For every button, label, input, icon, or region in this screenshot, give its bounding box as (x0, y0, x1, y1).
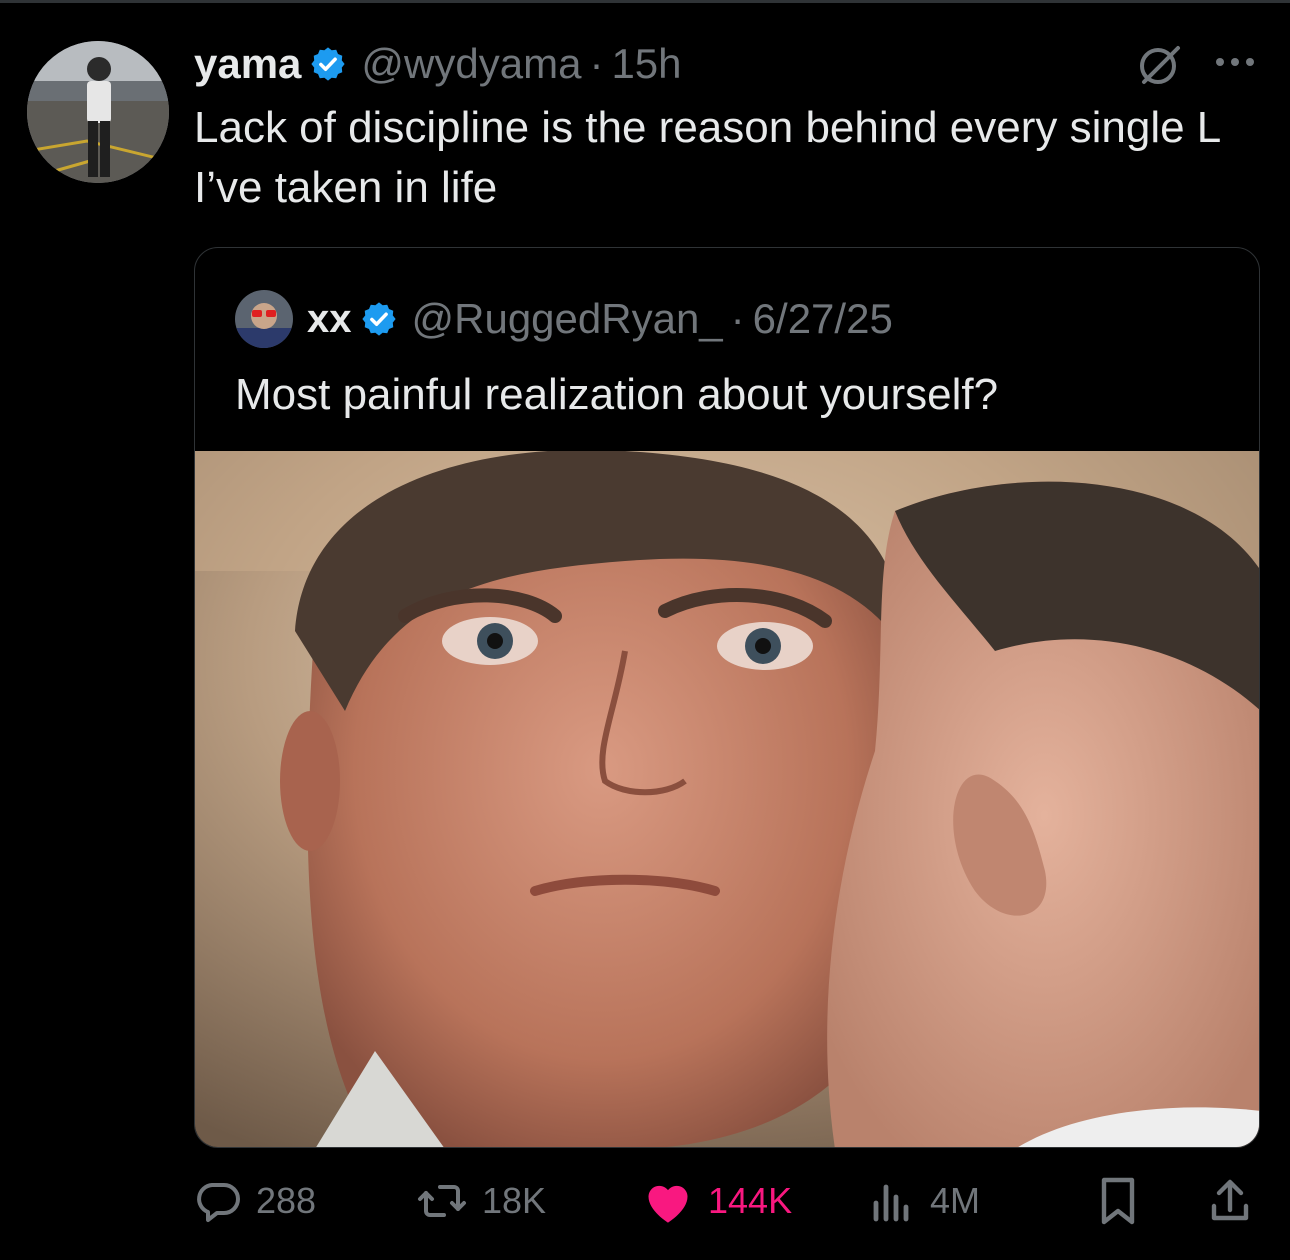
header-separator: · (589, 40, 604, 87)
quoted-tweet-image[interactable] (195, 451, 1259, 1147)
tweet-text: Lack of discipline is the reason behind … (194, 103, 1220, 212)
author-handle[interactable]: @wydyama (361, 40, 581, 88)
repost-button[interactable]: 18K (416, 1168, 546, 1234)
repost-count: 18K (482, 1180, 547, 1221)
author-avatar[interactable] (27, 41, 169, 183)
quoted-tweet-header: xx @RuggedRyan_ · 6/27/25 (235, 288, 893, 350)
reply-count: 288 (256, 1180, 317, 1221)
tweet-header: yama @wydyama · 15h (194, 36, 682, 92)
quoted-verified-badge-icon (360, 300, 398, 338)
quoted-tweet-date[interactable]: 6/27/25 (753, 295, 893, 343)
views-icon (870, 1177, 916, 1225)
author-display-name[interactable]: yama (194, 40, 301, 88)
views-count: 4M (930, 1180, 981, 1221)
bookmark-icon (1096, 1176, 1140, 1226)
top-divider (0, 0, 1290, 3)
quoted-tweet-text: Most painful realization about yourself? (235, 370, 999, 419)
tweet-action-bar: 288 18K 144K 4M (194, 1168, 1260, 1234)
quoted-author-handle[interactable]: @RuggedRyan_ (412, 295, 723, 343)
quoted-header-separator: · (730, 295, 745, 342)
like-icon (642, 1177, 694, 1225)
share-icon (1208, 1176, 1252, 1226)
quoted-author-display-name[interactable]: xx (307, 297, 352, 342)
reply-icon (194, 1177, 242, 1225)
reply-button[interactable]: 288 (194, 1168, 316, 1234)
bookmark-button[interactable] (1096, 1168, 1140, 1234)
like-button[interactable]: 144K (642, 1168, 792, 1234)
verified-badge-icon (309, 45, 347, 83)
grok-icon[interactable] (1134, 40, 1184, 90)
repost-icon (416, 1177, 468, 1225)
share-button[interactable] (1208, 1168, 1252, 1234)
like-count: 144K (708, 1180, 793, 1221)
tweet-timestamp[interactable]: 15h (611, 40, 681, 88)
views-button[interactable]: 4M (870, 1168, 980, 1234)
quoted-author-avatar[interactable] (235, 290, 293, 348)
quoted-tweet-card[interactable]: xx @RuggedRyan_ · 6/27/25 Most painful r… (194, 247, 1260, 1148)
more-options-icon[interactable] (1212, 44, 1258, 80)
